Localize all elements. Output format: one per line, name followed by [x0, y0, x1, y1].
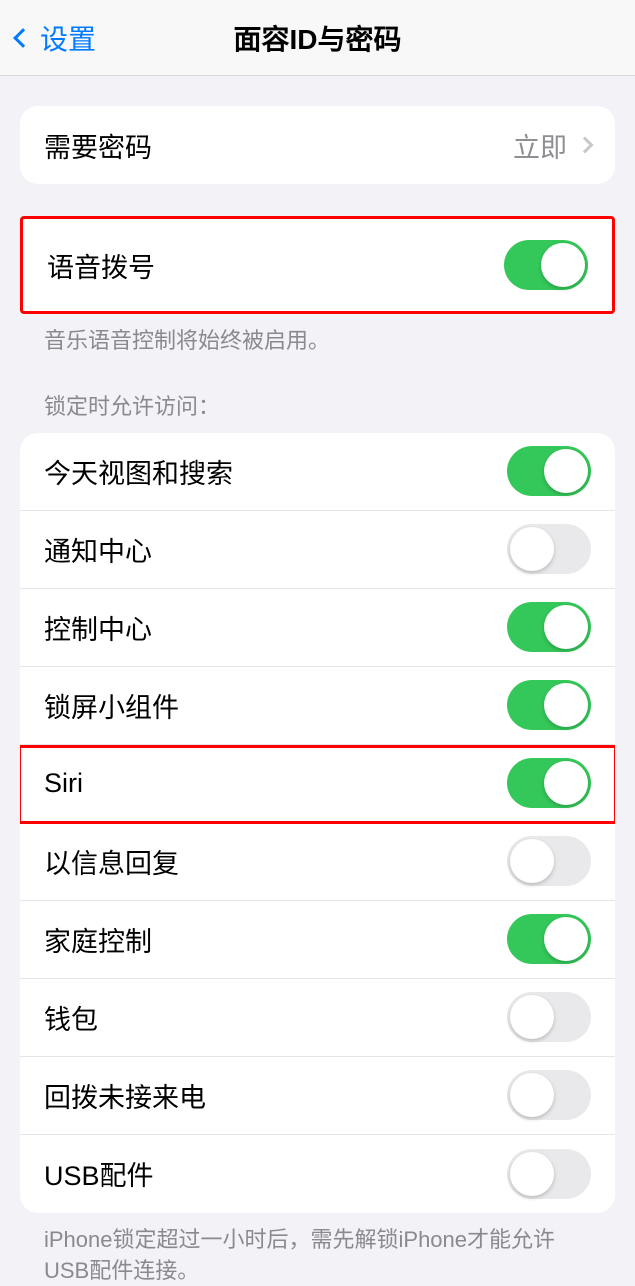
lock-access-group: 今天视图和搜索通知中心控制中心锁屏小组件 Siri 以信息回复家庭控制钱包回拨未接来…	[20, 433, 615, 1213]
navigation-bar: 设置 面容ID与密码	[0, 0, 635, 76]
lock-access-item-label: 回拨未接来电	[44, 1076, 206, 1115]
lock-access-row: USB配件	[20, 1135, 615, 1213]
toggle-knob	[544, 683, 588, 727]
lock-access-row: 回拨未接来电	[20, 1057, 615, 1135]
lock-access-footer: iPhone锁定超过一小时后，需先解锁iPhone才能允许USB配件连接。	[20, 1213, 615, 1286]
lock-access-item-label: 以信息回复	[44, 842, 179, 881]
lock-access-row: 今天视图和搜索	[20, 433, 615, 511]
require-passcode-section: 需要密码 立即	[20, 106, 615, 184]
lock-access-item-label: Siri	[44, 768, 83, 799]
lock-access-toggle[interactable]	[507, 836, 591, 886]
toggle-knob	[541, 243, 585, 287]
voice-dial-group: 语音拨号	[20, 216, 615, 314]
content: 需要密码 立即 语音拨号 音乐语音控制将始终被启用。 锁定时允许访问： 今天视图…	[0, 106, 635, 1286]
lock-access-item-label: 家庭控制	[44, 920, 152, 959]
lock-access-toggle[interactable]	[507, 680, 591, 730]
lock-access-row: 锁屏小组件	[20, 667, 615, 745]
lock-access-header: 锁定时允许访问：	[20, 389, 615, 433]
lock-access-toggle[interactable]	[507, 524, 591, 574]
require-passcode-row[interactable]: 需要密码 立即	[20, 106, 615, 184]
toggle-knob	[510, 839, 554, 883]
toggle-knob	[544, 917, 588, 961]
toggle-knob	[510, 527, 554, 571]
voice-dial-toggle[interactable]	[504, 240, 588, 290]
require-passcode-value: 立即	[513, 126, 567, 165]
lock-access-item-label: 通知中心	[44, 530, 152, 569]
lock-access-toggle[interactable]	[507, 758, 591, 808]
voice-dial-footer: 音乐语音控制将始终被启用。	[20, 314, 615, 357]
lock-access-row: 家庭控制	[20, 901, 615, 979]
lock-access-row: 钱包	[20, 979, 615, 1057]
chevron-left-icon	[13, 28, 33, 48]
lock-access-toggle[interactable]	[507, 446, 591, 496]
toggle-knob	[510, 1152, 554, 1196]
lock-access-row: 以信息回复	[20, 823, 615, 901]
require-passcode-label: 需要密码	[44, 126, 152, 165]
voice-dial-section: 语音拨号 音乐语音控制将始终被启用。	[20, 216, 615, 357]
require-passcode-group: 需要密码 立即	[20, 106, 615, 184]
toggle-knob	[510, 1073, 554, 1117]
chevron-right-icon	[577, 137, 594, 154]
voice-dial-label: 语音拨号	[47, 246, 155, 285]
toggle-knob	[544, 449, 588, 493]
toggle-knob	[510, 995, 554, 1039]
lock-access-toggle[interactable]	[507, 992, 591, 1042]
lock-access-item-label: 控制中心	[44, 608, 152, 647]
lock-access-item-label: 锁屏小组件	[44, 686, 179, 725]
lock-access-item-label: 钱包	[44, 998, 98, 1037]
lock-access-row: 通知中心	[20, 511, 615, 589]
back-button[interactable]: 设置	[8, 18, 96, 58]
lock-access-section: 锁定时允许访问： 今天视图和搜索通知中心控制中心锁屏小组件 Siri 以信息回复家庭…	[20, 389, 615, 1286]
back-label: 设置	[40, 18, 96, 58]
voice-dial-row: 语音拨号	[23, 219, 612, 311]
lock-access-toggle[interactable]	[507, 1149, 591, 1199]
lock-access-row: 控制中心	[20, 589, 615, 667]
toggle-knob	[544, 605, 588, 649]
toggle-knob	[544, 761, 588, 805]
lock-access-toggle[interactable]	[507, 914, 591, 964]
lock-access-row: Siri	[20, 745, 615, 823]
lock-access-toggle[interactable]	[507, 1070, 591, 1120]
lock-access-toggle[interactable]	[507, 602, 591, 652]
lock-access-item-label: USB配件	[44, 1154, 154, 1193]
lock-access-item-label: 今天视图和搜索	[44, 452, 233, 491]
